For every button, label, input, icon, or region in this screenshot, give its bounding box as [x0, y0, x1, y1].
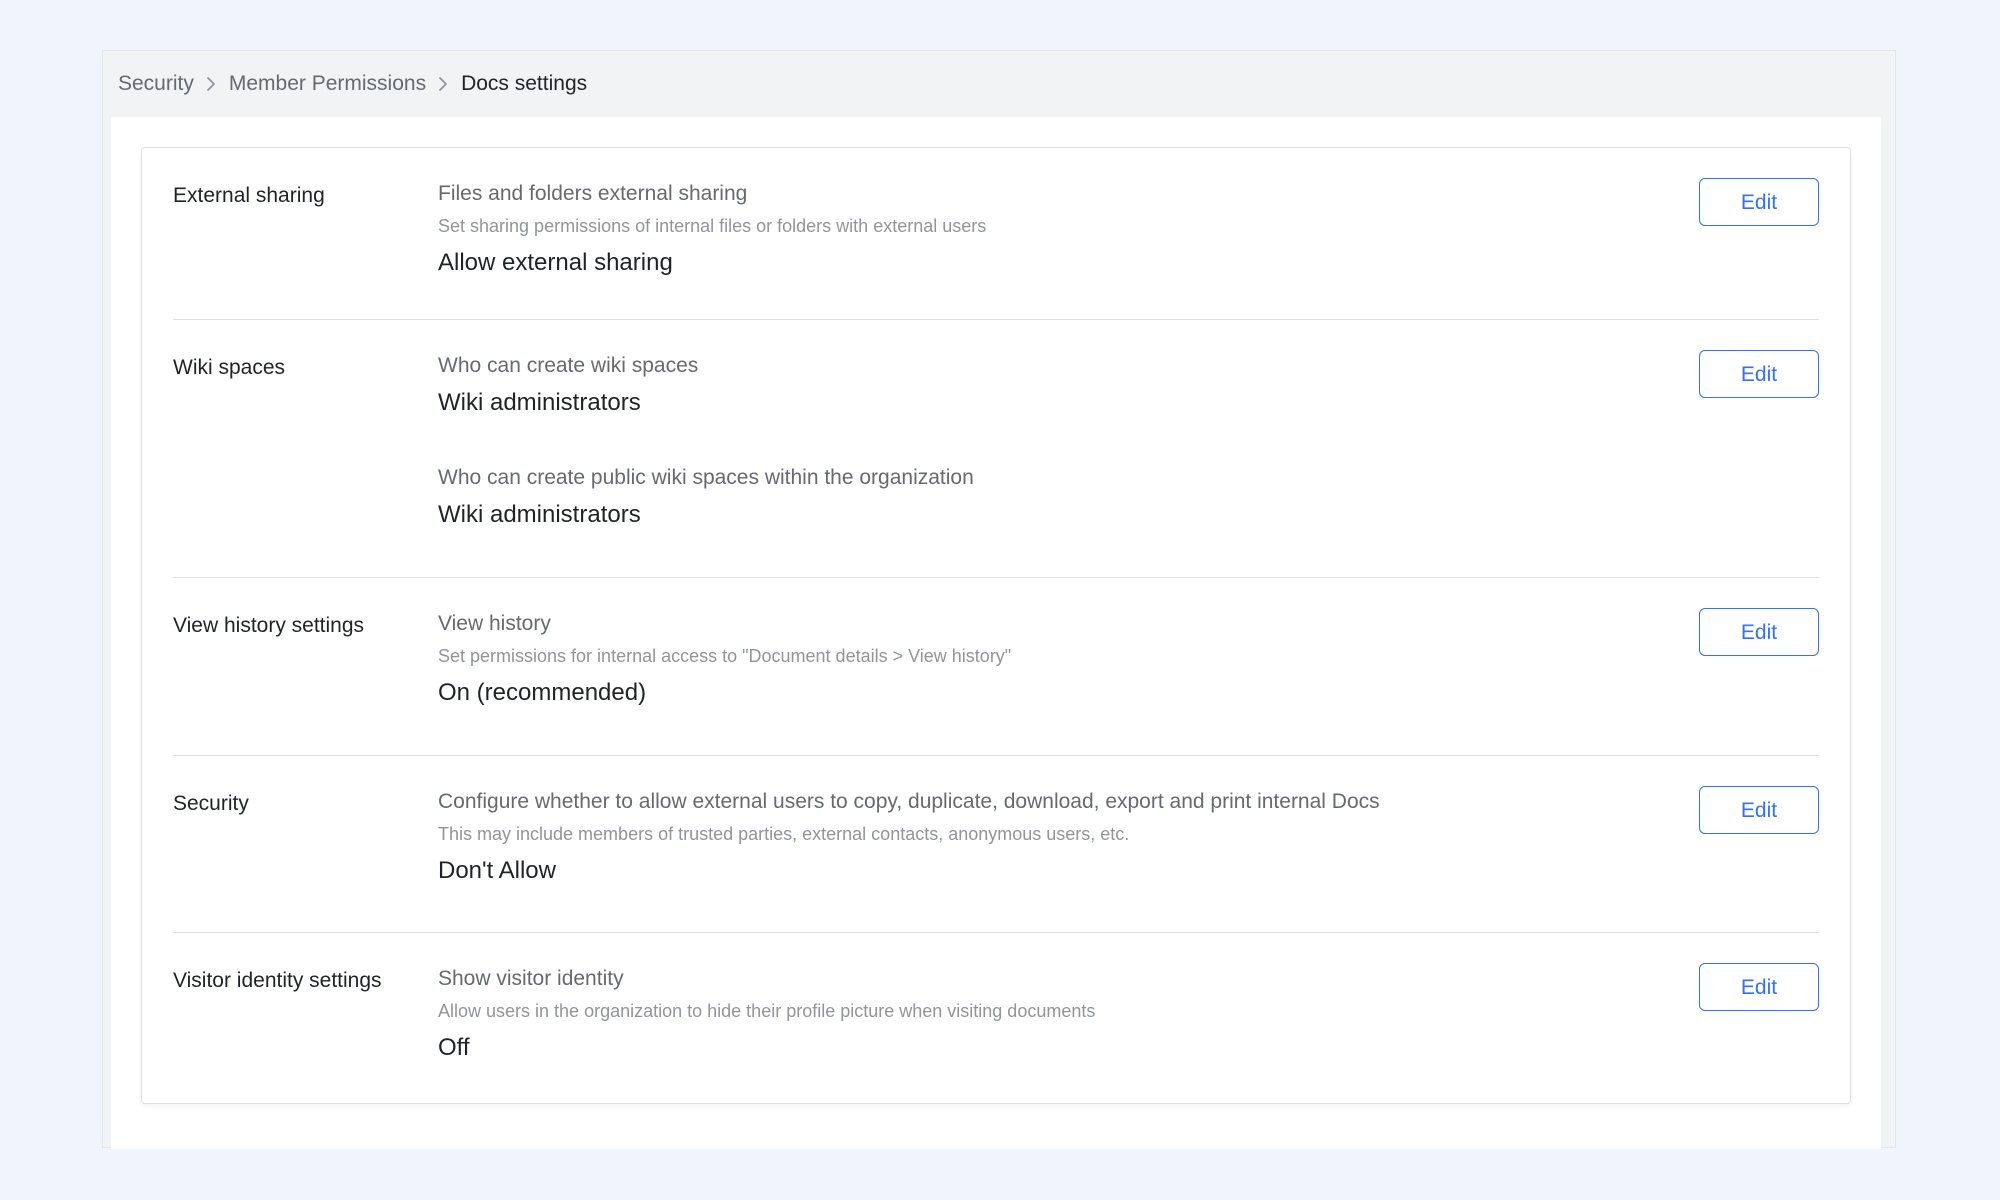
setting-item: Configure whether to allow external user… — [438, 786, 1538, 892]
section-security: Security Configure whether to allow exte… — [173, 756, 1819, 933]
setting-title: View history — [438, 612, 551, 635]
breadcrumb: Security Member Permissions Docs setting… — [118, 51, 587, 117]
breadcrumb-docs-settings: Docs settings — [461, 72, 588, 95]
setting-value: Wiki administrators — [438, 501, 641, 528]
section-body: Show visitor identity Allow users in the… — [438, 963, 1538, 1069]
section-label: External sharing — [173, 184, 325, 207]
chevron-right-icon — [438, 76, 448, 92]
edit-button-security[interactable]: Edit — [1699, 786, 1819, 834]
setting-value: Don't Allow — [438, 857, 556, 884]
section-label: Security — [173, 792, 249, 815]
section-body: Files and folders external sharing Set s… — [438, 178, 1538, 284]
setting-description: This may include members of trusted part… — [438, 824, 1130, 844]
setting-description: Set permissions for internal access to "… — [438, 646, 1012, 666]
breadcrumb-security[interactable]: Security — [118, 72, 194, 96]
edit-button-visitor-identity[interactable]: Edit — [1699, 963, 1819, 1011]
settings-card: External sharing Files and folders exter… — [141, 147, 1851, 1104]
section-visitor-identity: Visitor identity settings Show visitor i… — [173, 933, 1819, 1103]
setting-title: Who can create wiki spaces — [438, 354, 699, 377]
section-body: View history Set permissions for interna… — [438, 608, 1538, 714]
section-wiki-spaces: Wiki spaces Who can create wiki spaces W… — [173, 320, 1819, 578]
settings-window: Security Member Permissions Docs setting… — [102, 50, 1896, 1149]
setting-title: Files and folders external sharing — [438, 182, 748, 205]
setting-title: Show visitor identity — [438, 967, 624, 990]
content-area: External sharing Files and folders exter… — [111, 117, 1881, 1149]
setting-item: View history Set permissions for interna… — [438, 608, 1538, 714]
setting-item: Who can create public wiki spaces within… — [438, 462, 1538, 536]
chevron-right-icon — [206, 76, 216, 92]
edit-button-view-history[interactable]: Edit — [1699, 608, 1819, 656]
section-external-sharing: External sharing Files and folders exter… — [173, 148, 1819, 320]
section-label: View history settings — [173, 614, 365, 637]
section-body: Who can create wiki spaces Wiki administ… — [438, 350, 1538, 536]
setting-item: Files and folders external sharing Set s… — [438, 178, 1538, 284]
breadcrumb-member-permissions[interactable]: Member Permissions — [229, 72, 426, 96]
setting-value: Wiki administrators — [438, 389, 641, 416]
setting-title: Who can create public wiki spaces within… — [438, 466, 974, 489]
setting-value: Off — [438, 1034, 470, 1061]
setting-item: Show visitor identity Allow users in the… — [438, 963, 1538, 1069]
section-label: Visitor identity settings — [173, 969, 382, 992]
edit-button-wiki-spaces[interactable]: Edit — [1699, 350, 1819, 398]
setting-description: Allow users in the organization to hide … — [438, 1001, 1096, 1021]
setting-description: Set sharing permissions of internal file… — [438, 216, 987, 236]
section-body: Configure whether to allow external user… — [438, 786, 1538, 892]
section-view-history: View history settings View history Set p… — [173, 578, 1819, 756]
setting-title: Configure whether to allow external user… — [438, 790, 1380, 813]
setting-value: Allow external sharing — [438, 249, 673, 276]
setting-item: Who can create wiki spaces Wiki administ… — [438, 350, 1538, 424]
setting-value: On (recommended) — [438, 679, 647, 706]
edit-button-external-sharing[interactable]: Edit — [1699, 178, 1819, 226]
section-label: Wiki spaces — [173, 356, 286, 379]
